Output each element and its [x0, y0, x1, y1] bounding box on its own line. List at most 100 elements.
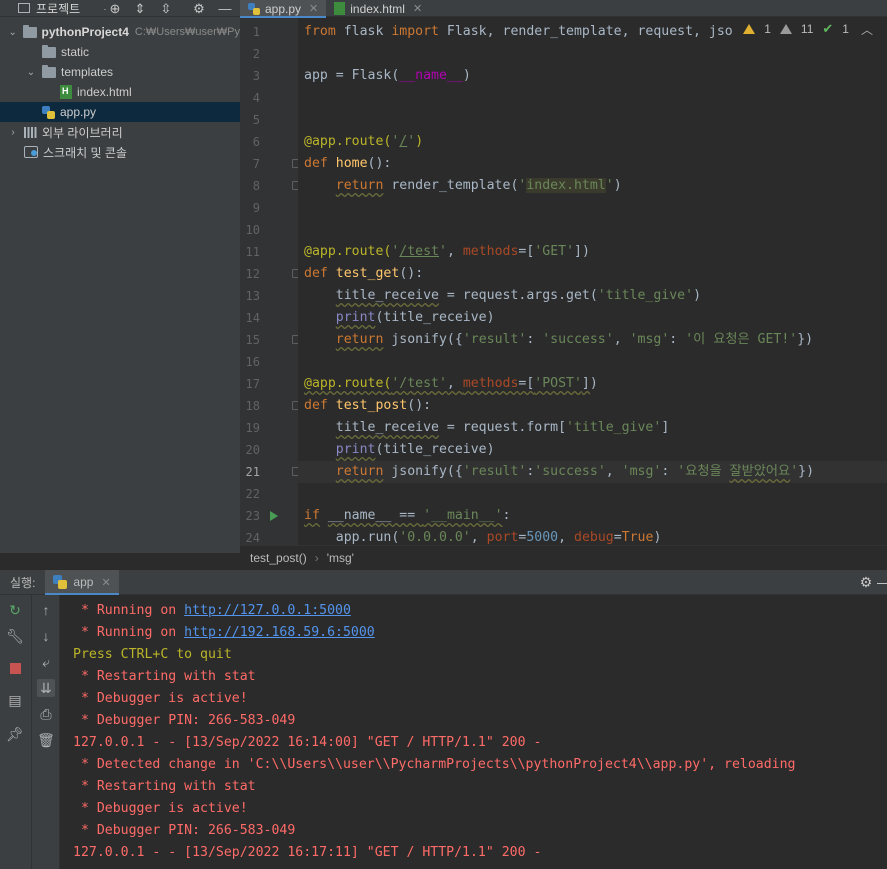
chevron-right-icon: › — [314, 550, 319, 565]
code-line[interactable]: app = Flask(__name__) — [298, 65, 887, 87]
tree-item-scratch[interactable]: 스크래치 및 콘솔 — [0, 142, 240, 162]
wrench-icon[interactable]: 🔧︎ — [6, 627, 24, 645]
line-number[interactable]: 4 — [240, 87, 260, 109]
close-icon[interactable]: ✕ — [309, 2, 318, 15]
line-number[interactable]: 23 — [240, 505, 260, 527]
line-number[interactable]: 18 — [240, 395, 260, 417]
line-number[interactable]: 9 — [240, 197, 260, 219]
breadcrumb-item-key[interactable]: 'msg' — [327, 551, 354, 565]
line-number[interactable]: 11 — [240, 241, 260, 263]
stop-icon[interactable] — [6, 659, 24, 677]
inspection-widget[interactable]: 1 11 ✔ 1 ︿ — [732, 18, 887, 40]
line-number[interactable]: 21 — [240, 461, 260, 483]
gear-icon[interactable]: ⚙ — [190, 0, 208, 17]
tree-item-folder[interactable]: static — [0, 42, 240, 62]
trash-icon[interactable]: 🗑︎ — [37, 731, 55, 749]
hide-panel-icon[interactable]: — — [875, 572, 887, 592]
code-text: return jsonify({'result': 'success', 'ms… — [335, 332, 814, 347]
code-line[interactable]: return jsonify({'result':'success', 'msg… — [298, 461, 887, 483]
line-number[interactable]: 22 — [240, 483, 260, 505]
tree-item-lib[interactable]: › 외부 라이브러리 — [0, 122, 240, 142]
chevron-right-icon[interactable]: › — [8, 127, 18, 138]
collapse-all-icon[interactable]: ⇳ — [157, 0, 175, 17]
code-text: from flask import Flask, render_template… — [304, 24, 757, 39]
line-number[interactable]: 1 — [240, 21, 260, 43]
tree-item-project[interactable]: ⌄ pythonProject4 C:₩Users₩user₩Py — [0, 22, 240, 42]
run-console[interactable]: * Running on http://127.0.0.1:5000 * Run… — [61, 595, 887, 869]
project-panel-title[interactable]: 프로젝트 — [36, 0, 80, 17]
code-line[interactable]: return render_template('index.html') — [298, 175, 887, 197]
chevron-down-icon[interactable]: ⌄ — [8, 27, 17, 38]
close-icon[interactable]: ✕ — [101, 576, 110, 589]
code-line[interactable] — [298, 351, 887, 373]
run-gutter-icon[interactable] — [270, 511, 278, 521]
line-number[interactable]: 24 — [240, 527, 260, 545]
code-line[interactable] — [298, 219, 887, 241]
console-text: * Debugger PIN: 266-583-049 — [73, 713, 296, 728]
code-line[interactable]: title_receive = request.form['title_give… — [298, 417, 887, 439]
code-line[interactable]: def test_post(): — [298, 395, 887, 417]
line-number[interactable]: 14 — [240, 307, 260, 329]
gear-icon[interactable]: ⚙ — [857, 572, 875, 592]
code-line[interactable]: return jsonify({'result': 'success', 'ms… — [298, 329, 887, 351]
expand-all-icon[interactable]: ⇕ — [131, 0, 149, 17]
arrow-up-icon[interactable]: ↑ — [37, 601, 55, 619]
tab-index-html[interactable]: index.html ✕ — [326, 0, 430, 17]
tree-item-folder[interactable]: ⌄ templates — [0, 62, 240, 82]
line-number[interactable]: 12 — [240, 263, 260, 285]
console-line: 127.0.0.1 - - [13/Sep/2022 16:14:00] "GE… — [73, 732, 541, 754]
console-link[interactable]: http://192.168.59.6:5000 — [184, 625, 375, 640]
line-number[interactable]: 19 — [240, 417, 260, 439]
tree-item-html[interactable]: index.html — [0, 82, 240, 102]
line-number[interactable]: 7 — [240, 153, 260, 175]
code-line[interactable]: if __name__ == '__main__': — [298, 505, 887, 527]
code-line[interactable] — [298, 483, 887, 505]
line-number[interactable]: 10 — [240, 219, 260, 241]
line-number[interactable]: 5 — [240, 109, 260, 131]
line-number[interactable]: 20 — [240, 439, 260, 461]
tab-app-py[interactable]: app.py ✕ — [240, 0, 327, 18]
code-line[interactable]: title_receive = request.args.get('title_… — [298, 285, 887, 307]
hide-panel-icon[interactable]: — — [216, 0, 234, 17]
code-line[interactable]: @app.route('/test', methods=['GET']) — [298, 241, 887, 263]
close-icon[interactable]: ✕ — [413, 2, 422, 15]
code-editor[interactable]: from flask import Flask, render_template… — [298, 18, 887, 545]
code-line[interactable] — [298, 87, 887, 109]
pin-icon[interactable]: 📌︎ — [6, 725, 24, 743]
chevron-up-icon[interactable]: ︿ — [861, 21, 873, 38]
code-line[interactable]: def test_get(): — [298, 263, 887, 285]
code-line[interactable] — [298, 43, 887, 65]
code-line[interactable] — [298, 109, 887, 131]
editor-gutter[interactable]: 1 2 3 4 5 6 7 8 9 10 11 12 13 14 15 16 17 18 19 20 21 22 23 24 — [240, 18, 298, 545]
code-line[interactable]: def home(): — [298, 153, 887, 175]
code-line[interactable]: app.run('0.0.0.0', port=5000, debug=True… — [298, 527, 887, 545]
line-number[interactable]: 6 — [240, 131, 260, 153]
code-line[interactable]: @app.route('/') — [298, 131, 887, 153]
run-tab-app[interactable]: app ✕ — [45, 569, 119, 595]
code-line[interactable]: @app.route('/test', methods=['POST']) — [298, 373, 887, 395]
code-line[interactable]: print(title_receive) — [298, 307, 887, 329]
locate-file-icon[interactable]: ⊕ — [106, 0, 124, 17]
soft-wrap-icon[interactable]: ⤶ — [37, 653, 55, 671]
print-icon[interactable]: ⎙ — [37, 705, 55, 723]
line-number[interactable]: 15 — [240, 329, 260, 351]
line-number[interactable]: 16 — [240, 351, 260, 373]
layout-icon[interactable]: ▤ — [6, 691, 24, 709]
chevron-down-icon[interactable]: ⌄ — [26, 67, 36, 78]
line-number[interactable]: 8 — [240, 175, 260, 197]
code-line[interactable] — [298, 197, 887, 219]
scroll-to-end-icon[interactable]: ⇊ — [37, 679, 55, 697]
line-number[interactable]: 3 — [240, 65, 260, 87]
console-link[interactable]: http://127.0.0.1:5000 — [184, 603, 351, 618]
line-number[interactable]: 13 — [240, 285, 260, 307]
code-line[interactable]: print(title_receive) — [298, 439, 887, 461]
rerun-icon[interactable]: ↻ — [6, 601, 24, 619]
breadcrumb-item-function[interactable]: test_post() — [250, 551, 307, 565]
arrow-down-icon[interactable]: ↓ — [37, 627, 55, 645]
code-text: @app.route('/test', methods=['POST']) — [304, 376, 598, 391]
line-number[interactable]: 2 — [240, 43, 260, 65]
tree-item-py[interactable]: app.py — [0, 102, 240, 122]
line-number[interactable]: 17 — [240, 373, 260, 395]
